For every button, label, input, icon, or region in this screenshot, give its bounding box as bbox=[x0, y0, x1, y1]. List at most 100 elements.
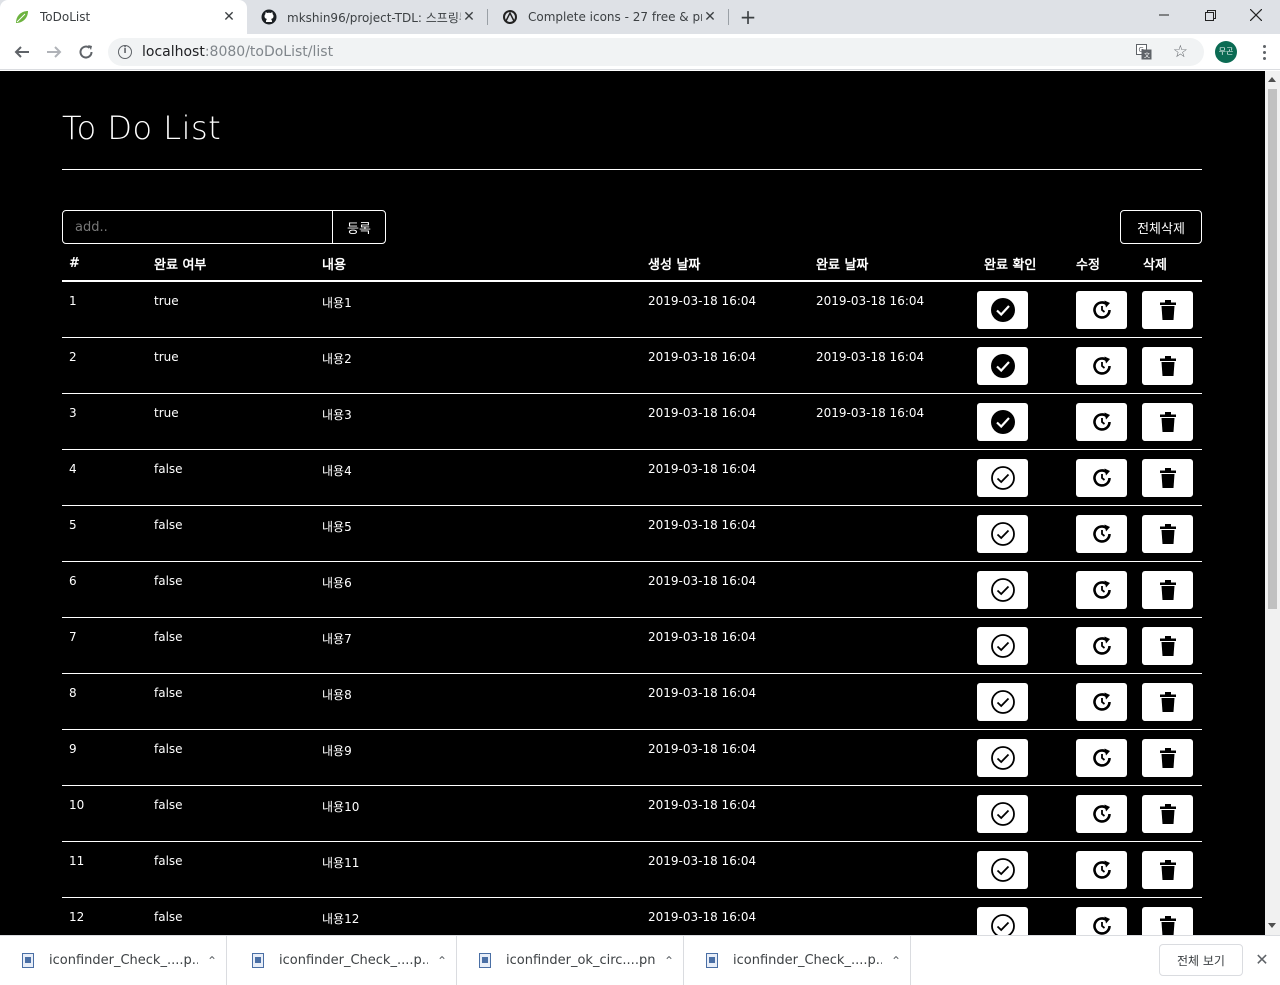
download-filename: iconfinder_Check_....p... bbox=[49, 953, 198, 968]
edit-button[interactable] bbox=[1076, 626, 1127, 665]
tab-github[interactable]: mkshin96/project-TDL: 스프링부 ✕ bbox=[247, 0, 487, 34]
site-info-icon[interactable]: i bbox=[118, 45, 132, 59]
tab-iconfinder[interactable]: Complete icons - 27 free & pre ✕ bbox=[488, 0, 728, 34]
download-item[interactable]: iconfinder_ok_circ....png ⌃ bbox=[457, 936, 684, 985]
complete-toggle-button[interactable] bbox=[977, 738, 1028, 777]
edit-button[interactable] bbox=[1076, 906, 1127, 935]
delete-button[interactable] bbox=[1142, 682, 1193, 721]
profile-avatar[interactable]: 무곤 bbox=[1215, 41, 1237, 63]
edit-button[interactable] bbox=[1076, 850, 1127, 889]
row-delete-cell bbox=[1136, 392, 1202, 449]
scroll-thumb[interactable] bbox=[1268, 89, 1277, 609]
column-header-content: 내용 bbox=[315, 247, 641, 282]
complete-toggle-button[interactable] bbox=[977, 402, 1028, 441]
row-status: true bbox=[147, 280, 315, 337]
url-path: :8080/toDoList/list bbox=[204, 44, 334, 60]
delete-button[interactable] bbox=[1142, 794, 1193, 833]
reload-icon[interactable] bbox=[73, 39, 99, 65]
trash-icon bbox=[1155, 745, 1181, 771]
row-complete-cell bbox=[977, 280, 1069, 337]
bookmark-star-icon[interactable]: ☆ bbox=[1173, 42, 1188, 62]
trash-icon bbox=[1155, 633, 1181, 659]
row-complete-cell bbox=[977, 504, 1069, 561]
edit-button[interactable] bbox=[1076, 570, 1127, 609]
delete-button[interactable] bbox=[1142, 626, 1193, 665]
complete-toggle-button[interactable] bbox=[977, 626, 1028, 665]
edit-button[interactable] bbox=[1076, 458, 1127, 497]
row-number: 2 bbox=[62, 336, 147, 393]
register-button[interactable]: 등록 bbox=[332, 210, 386, 244]
complete-toggle-button[interactable] bbox=[977, 346, 1028, 385]
minimize-icon[interactable] bbox=[1141, 0, 1187, 30]
table-row: 7 false 내용7 2019-03-18 16:04 bbox=[62, 616, 1202, 673]
row-completed-date bbox=[809, 728, 977, 785]
complete-toggle-button[interactable] bbox=[977, 850, 1028, 889]
trash-icon bbox=[1155, 465, 1181, 491]
complete-toggle-button[interactable] bbox=[977, 570, 1028, 609]
chevron-up-icon[interactable]: ⌃ bbox=[428, 954, 456, 968]
trash-icon bbox=[1155, 409, 1181, 435]
chevron-up-icon[interactable]: ⌃ bbox=[655, 954, 683, 968]
delete-button[interactable] bbox=[1142, 402, 1193, 441]
delete-button[interactable] bbox=[1142, 850, 1193, 889]
complete-toggle-button[interactable] bbox=[977, 794, 1028, 833]
edit-button[interactable] bbox=[1076, 738, 1127, 777]
window-close-icon[interactable] bbox=[1233, 0, 1279, 30]
restore-icon[interactable] bbox=[1187, 0, 1233, 30]
delete-button[interactable] bbox=[1142, 906, 1193, 935]
tab-close-icon[interactable]: ✕ bbox=[221, 9, 237, 25]
trash-icon bbox=[1155, 521, 1181, 547]
table-row: 4 false 내용4 2019-03-18 16:04 bbox=[62, 448, 1202, 505]
edit-button[interactable] bbox=[1076, 794, 1127, 833]
page-scrollbar[interactable] bbox=[1265, 71, 1280, 935]
delete-all-button[interactable]: 전체삭제 bbox=[1120, 210, 1202, 244]
delete-button[interactable] bbox=[1142, 514, 1193, 553]
delete-button[interactable] bbox=[1142, 291, 1193, 329]
scroll-up-arrow-icon[interactable] bbox=[1268, 77, 1276, 82]
row-delete-cell bbox=[1136, 840, 1202, 897]
download-item[interactable]: iconfinder_Check_....p... ⌃ bbox=[684, 936, 911, 985]
tab-close-icon[interactable]: ✕ bbox=[702, 9, 718, 25]
delete-button[interactable] bbox=[1142, 346, 1193, 385]
row-completed-date: 2019-03-18 16:04 bbox=[809, 280, 977, 337]
row-delete-cell bbox=[1136, 336, 1202, 393]
scroll-down-arrow-icon[interactable] bbox=[1268, 923, 1276, 928]
complete-toggle-button[interactable] bbox=[977, 682, 1028, 721]
show-all-downloads-button[interactable]: 전체 보기 bbox=[1159, 944, 1243, 976]
todo-add-input[interactable] bbox=[62, 210, 333, 244]
complete-toggle-button[interactable] bbox=[977, 291, 1028, 329]
edit-button[interactable] bbox=[1076, 514, 1127, 553]
chevron-up-icon[interactable]: ⌃ bbox=[198, 954, 226, 968]
row-edit-cell bbox=[1069, 560, 1136, 617]
delete-button[interactable] bbox=[1142, 458, 1193, 497]
chevron-up-icon[interactable]: ⌃ bbox=[882, 954, 910, 968]
translate-icon[interactable]: G文 bbox=[1136, 44, 1152, 60]
delete-button[interactable] bbox=[1142, 738, 1193, 777]
edit-button[interactable] bbox=[1076, 402, 1127, 441]
edit-button[interactable] bbox=[1076, 682, 1127, 721]
tab-title: mkshin96/project-TDL: 스프링부 bbox=[287, 10, 461, 25]
download-item[interactable]: iconfinder_Check_....p... ⌃ bbox=[0, 936, 227, 985]
edit-button[interactable] bbox=[1076, 291, 1127, 329]
close-shelf-icon[interactable]: ✕ bbox=[1252, 950, 1272, 970]
complete-toggle-button[interactable] bbox=[977, 906, 1028, 935]
row-edit-cell bbox=[1069, 784, 1136, 841]
edit-button[interactable] bbox=[1076, 346, 1127, 385]
download-item[interactable]: iconfinder_Check_....p... ⌃ bbox=[230, 936, 457, 985]
delete-button[interactable] bbox=[1142, 570, 1193, 609]
tab-todolist[interactable]: ToDoList ✕ bbox=[0, 0, 247, 34]
new-tab-icon[interactable]: + bbox=[737, 6, 759, 28]
browser-menu-icon[interactable] bbox=[1254, 42, 1274, 62]
complete-toggle-button[interactable] bbox=[977, 514, 1028, 553]
address-bar[interactable]: i localhost:8080/toDoList/list G文 ☆ bbox=[108, 38, 1204, 66]
row-content: 내용10 bbox=[315, 784, 641, 841]
complete-toggle-button[interactable] bbox=[977, 458, 1028, 497]
row-number: 10 bbox=[62, 784, 147, 841]
row-edit-cell bbox=[1069, 840, 1136, 897]
column-header-edit: 수정 bbox=[1069, 247, 1136, 282]
forward-icon[interactable] bbox=[41, 39, 67, 65]
back-icon[interactable] bbox=[9, 39, 35, 65]
row-completed-date bbox=[809, 560, 977, 617]
refresh-clock-icon bbox=[1089, 633, 1115, 659]
tab-close-icon[interactable]: ✕ bbox=[461, 9, 477, 25]
